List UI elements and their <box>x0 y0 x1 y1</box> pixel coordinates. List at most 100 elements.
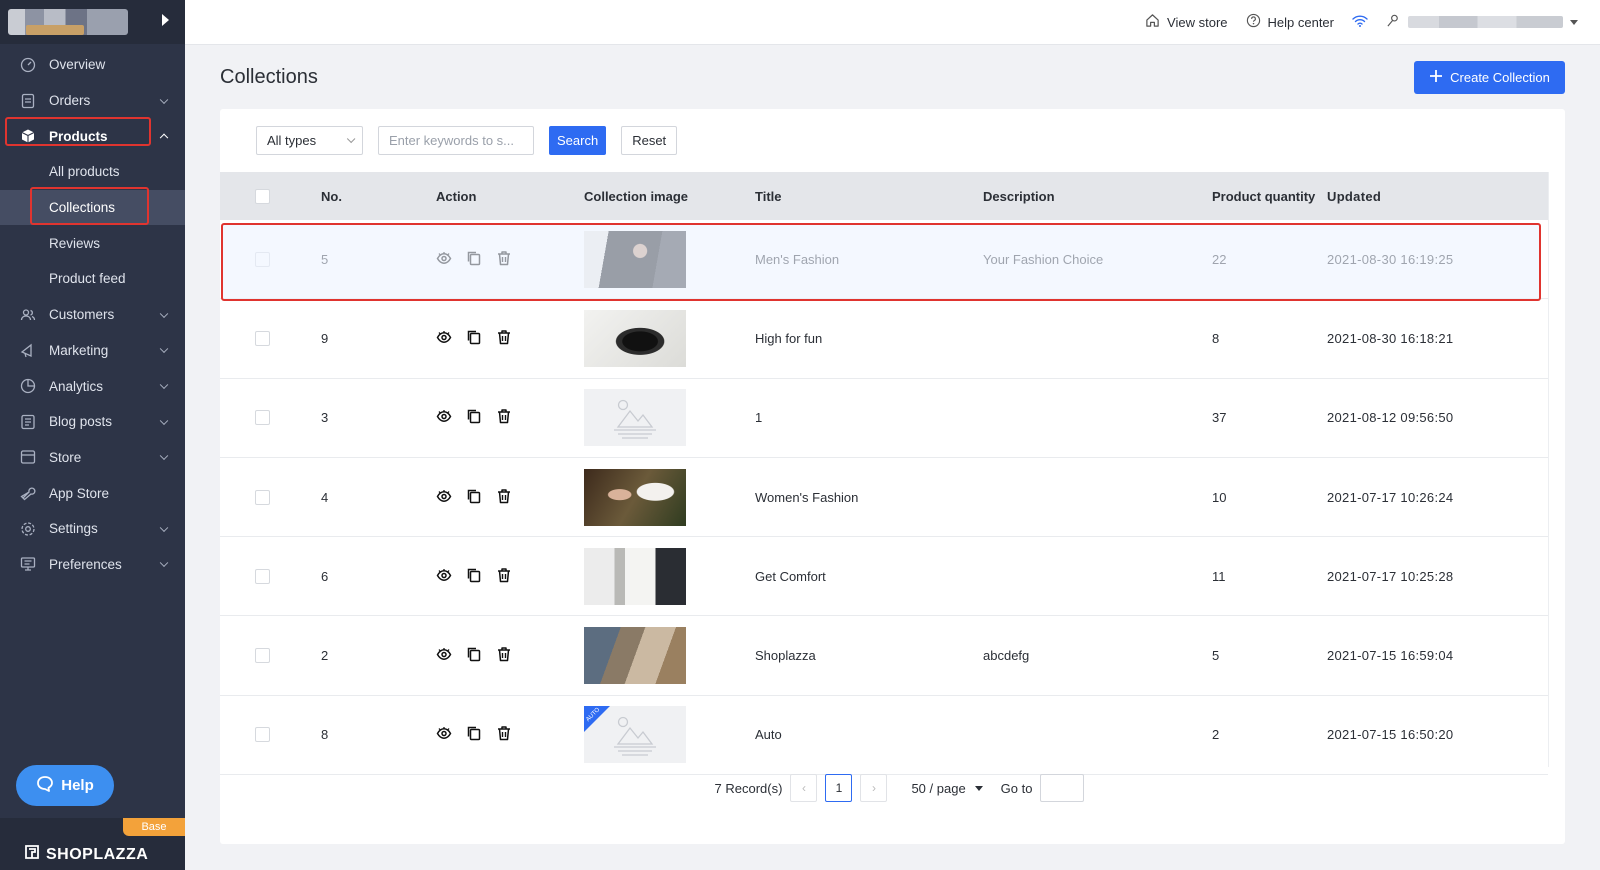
row-checkbox[interactable] <box>255 410 270 426</box>
help-button[interactable]: Help <box>16 765 114 806</box>
image-placeholder-icon: AUTO <box>584 706 686 764</box>
duplicate-icon[interactable] <box>466 646 482 665</box>
type-select-value: All types <box>267 133 317 148</box>
preview-eye-icon[interactable] <box>436 725 452 744</box>
view-store-label: View store <box>1167 14 1228 30</box>
goto-page-input[interactable] <box>1040 774 1085 802</box>
preview-eye-icon[interactable] <box>436 488 452 507</box>
search-button[interactable]: Search <box>549 126 607 155</box>
collection-image <box>584 389 686 447</box>
type-select[interactable]: All types <box>256 126 363 155</box>
delete-trash-icon[interactable] <box>496 488 512 507</box>
chevron-up-icon <box>159 133 169 143</box>
duplicate-icon[interactable] <box>466 567 482 586</box>
sidebar-item-store[interactable]: Store <box>0 440 185 476</box>
row-checkbox[interactable] <box>255 330 270 346</box>
app-store-icon <box>20 485 36 501</box>
preview-eye-icon[interactable] <box>436 408 452 427</box>
prev-page-button[interactable]: ‹ <box>790 774 818 802</box>
plus-icon <box>1429 69 1443 86</box>
delete-trash-icon[interactable] <box>496 646 512 665</box>
table-row[interactable]: 2 Shoplazza abcdefg 5 2021-07-15 16:59:0… <box>220 616 1548 696</box>
preview-eye-icon[interactable] <box>436 567 452 586</box>
sidebar-item-customers[interactable]: Customers <box>0 297 185 333</box>
preview-eye-icon[interactable] <box>436 646 452 665</box>
duplicate-icon[interactable] <box>466 329 482 348</box>
sidebar-item-overview[interactable]: Overview <box>0 47 185 83</box>
create-collection-button[interactable]: Create Collection <box>1414 61 1565 94</box>
duplicate-icon[interactable] <box>466 725 482 744</box>
sidebar-item-all-products[interactable]: All products <box>0 154 185 190</box>
top-bar: View store Help center <box>185 0 1600 45</box>
store-name-blurred <box>26 25 84 35</box>
collection-image <box>584 468 686 526</box>
sidebar-item-app-store[interactable]: App Store <box>0 475 185 511</box>
row-checkbox[interactable] <box>255 727 270 743</box>
delete-trash-icon[interactable] <box>496 408 512 427</box>
row-title: 1 <box>755 410 763 426</box>
caret-down-icon <box>974 785 983 791</box>
sidebar-item-settings[interactable]: Settings <box>0 511 185 547</box>
account-menu[interactable] <box>1386 13 1578 31</box>
sidebar-item-label: Customers <box>49 307 115 323</box>
preview-eye-icon[interactable] <box>436 329 452 348</box>
chevron-down-icon <box>159 344 169 354</box>
row-updated: 2021-08-12 09:56:50 <box>1327 410 1454 426</box>
sidebar-item-label: Orders <box>49 93 91 109</box>
table-row[interactable]: 4 Women's Fashion 10 2021-07-17 10:26:24 <box>220 458 1548 538</box>
collection-photo <box>584 627 686 685</box>
delete-trash-icon[interactable] <box>496 567 512 586</box>
view-store-link[interactable]: View store <box>1145 13 1228 31</box>
row-no: 3 <box>321 410 329 426</box>
help-center-label: Help center <box>1267 14 1334 30</box>
user-icon <box>1386 13 1401 31</box>
goto-label: Go to <box>1000 780 1033 796</box>
row-checkbox[interactable] <box>255 648 270 664</box>
caret-down-icon <box>1570 19 1578 25</box>
help-center-link[interactable]: Help center <box>1246 13 1334 31</box>
collapse-sidebar-icon[interactable] <box>162 14 169 26</box>
wifi-status[interactable] <box>1352 14 1368 31</box>
wifi-icon <box>1352 14 1368 31</box>
sidebar-item-analytics[interactable]: Analytics <box>0 368 185 404</box>
chevron-down-icon <box>159 523 169 532</box>
table-row[interactable]: 3 1 37 2021-08-12 09:56:50 <box>220 379 1548 458</box>
table-body: 5 Men's Fashion Your Fashion Choice 22 2… <box>220 220 1548 776</box>
table-scrollbar[interactable] <box>1548 172 1565 767</box>
sidebar-item-blog-posts[interactable]: Blog posts <box>0 404 185 440</box>
sidebar-item-orders[interactable]: Orders <box>0 83 185 119</box>
table-row[interactable]: 8 AUTO Auto 2 2021-07-15 16:50:20 <box>220 696 1548 776</box>
delete-trash-icon[interactable] <box>496 329 512 348</box>
header-no: No. <box>321 188 342 204</box>
row-no: 6 <box>321 568 329 584</box>
highlight-collections <box>30 187 149 225</box>
page-size-select[interactable]: 50 / page <box>911 781 983 796</box>
store-switcher[interactable] <box>0 0 185 44</box>
next-page-button[interactable]: › <box>860 774 888 802</box>
collection-image <box>584 547 686 605</box>
sidebar-item-marketing[interactable]: Marketing <box>0 333 185 369</box>
page-title: Collections <box>220 66 318 88</box>
row-title: Get Comfort <box>755 568 826 584</box>
row-checkbox[interactable] <box>255 568 270 584</box>
collection-image: AUTO <box>584 706 686 764</box>
sidebar-item-reviews[interactable]: Reviews <box>0 225 185 261</box>
analytics-icon <box>20 378 36 394</box>
select-all-checkbox[interactable] <box>255 188 270 204</box>
row-checkbox[interactable] <box>255 489 270 505</box>
table-row[interactable]: 6 Get Comfort 11 2021-07-17 10:25:28 <box>220 537 1548 617</box>
shoplazza-logo-icon <box>24 844 40 865</box>
delete-trash-icon[interactable] <box>496 725 512 744</box>
header-action: Action <box>436 188 477 204</box>
duplicate-icon[interactable] <box>466 408 482 427</box>
reset-button[interactable]: Reset <box>621 126 678 155</box>
page-1-button[interactable]: 1 <box>825 774 853 802</box>
sidebar-item-product-feed[interactable]: Product feed <box>0 261 185 297</box>
row-no: 4 <box>321 489 329 505</box>
duplicate-icon[interactable] <box>466 488 482 507</box>
search-input[interactable] <box>378 126 534 155</box>
sidebar-item-preferences[interactable]: Preferences <box>0 547 185 583</box>
table-row[interactable]: 9 High for fun 8 2021-08-30 16:18:21 <box>220 299 1548 379</box>
row-actions <box>436 329 512 348</box>
orders-icon <box>20 93 36 109</box>
